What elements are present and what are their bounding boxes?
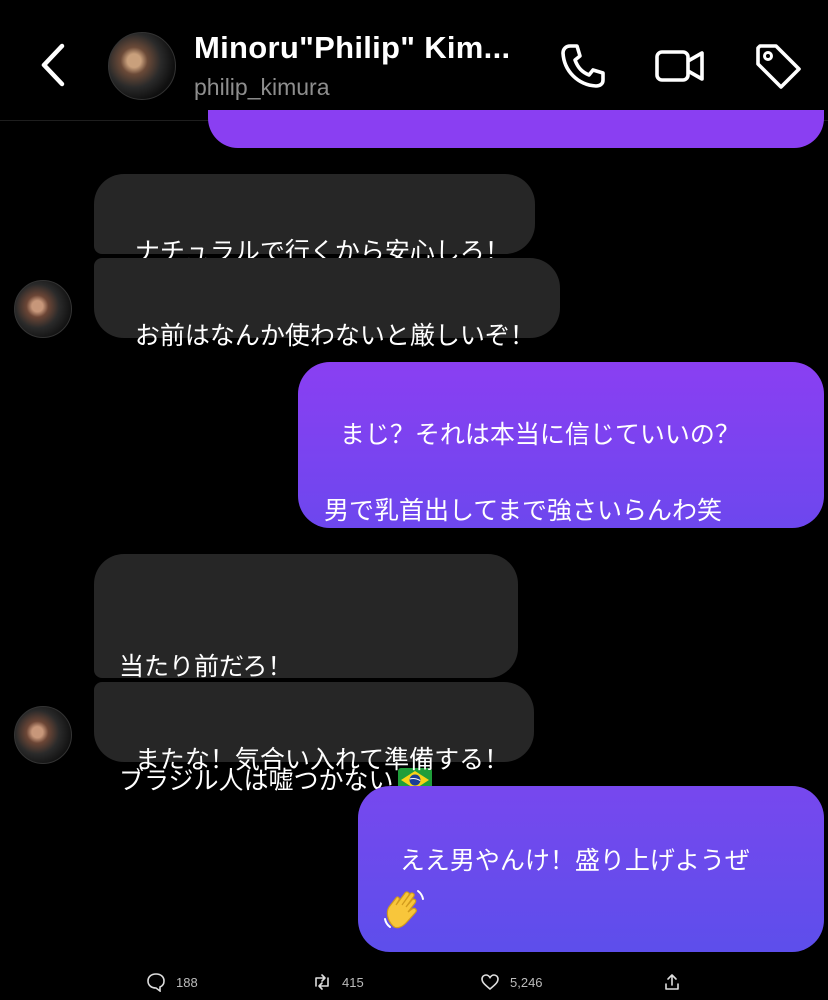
sent-message[interactable]: まじ？それは本当に信じていいの？ 男で乳首出してまで強さいらんわ笑 [298,362,824,528]
sender-avatar[interactable] [14,280,72,338]
call-button[interactable] [556,40,608,92]
contact-name[interactable]: Minoru"Philip" Kim... [194,30,534,66]
previous-sent-bubble [208,110,824,148]
likes-stat[interactable]: 5,246 [480,972,543,992]
replies-count: 188 [176,974,198,990]
back-button[interactable] [36,40,72,90]
post-stats-bar: 188 415 5,246 [0,962,828,1000]
replies-stat[interactable]: 188 [146,972,198,992]
tag-icon [756,44,801,89]
reposts-stat[interactable]: 415 [312,972,364,992]
received-message[interactable]: ナチュラルで行くから安心しろ！ [94,174,535,266]
contact-username[interactable]: philip_kimura [194,74,330,101]
chevron-left-icon [41,43,65,87]
message-text: まじ？それは本当に信じていいの？ 男で乳首出してまで強さいらんわ笑 [324,420,740,525]
repost-icon [315,974,329,990]
comment-icon [147,973,165,992]
video-call-button[interactable] [654,40,706,92]
video-camera-icon [655,50,704,82]
received-message[interactable]: お前はなんか使わないと厳しいぞ！ [94,258,560,350]
phone-icon [561,44,605,88]
contact-avatar[interactable] [108,32,176,100]
share-button[interactable] [662,972,682,992]
message-text: お前はなんか使わないと厳しいぞ！ [134,321,535,350]
received-message[interactable]: またな！気合い入れて準備する！ [94,682,535,774]
message-text-line1: 当たり前だろ！ [119,652,293,681]
message-text: またな！気合い入れて準備する！ [134,745,510,774]
share-icon [665,974,679,990]
tag-button[interactable] [752,40,804,92]
sender-avatar[interactable] [14,706,72,764]
message-text: ええ男やんけ！盛り上げようぜ [399,846,750,875]
waving-hand-icon [384,890,424,929]
received-message[interactable]: 当たり前だろ！ ブラジル人は嘘つかない [94,554,518,795]
reposts-count: 415 [342,974,364,990]
heart-icon [481,974,499,991]
likes-count: 5,246 [510,974,543,990]
chat-header: Minoru"Philip" Kim... philip_kimura [0,0,828,121]
sent-message[interactable]: ええ男やんけ！盛り上げようぜ [358,786,824,952]
